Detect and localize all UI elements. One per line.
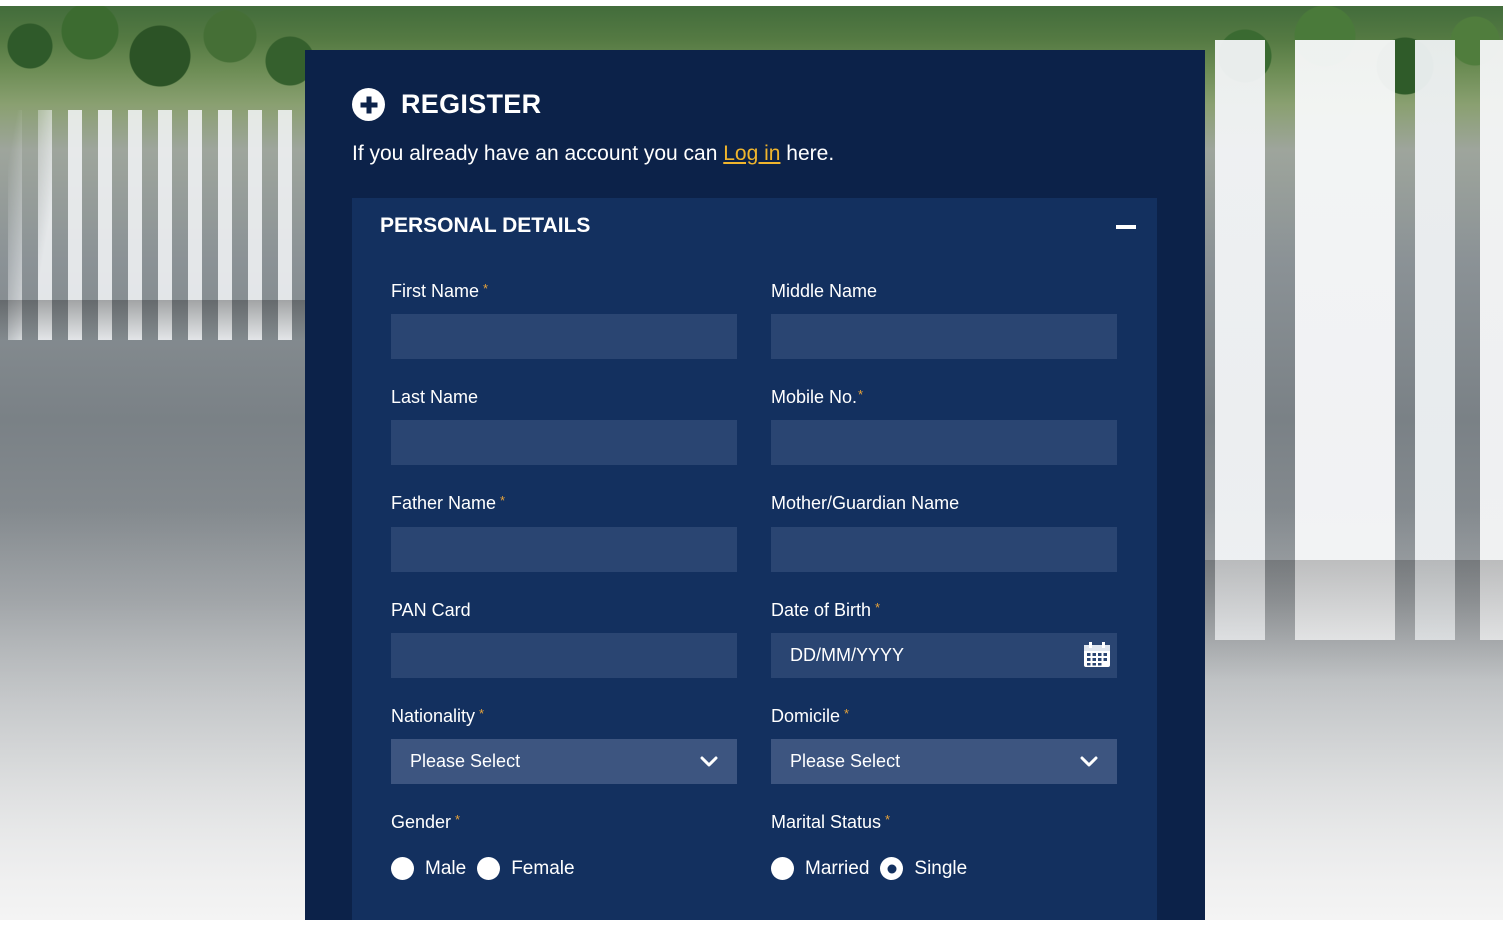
pan-card-label: PAN Card [391, 600, 471, 620]
nationality-label-text: Nationality [391, 706, 476, 726]
mobile-no-input[interactable] [771, 420, 1117, 465]
mobile-no-label-text: Mobile No. [771, 387, 858, 407]
gender-male-label: Male [425, 857, 467, 879]
marital-single-radio[interactable] [880, 857, 904, 880]
background-foliage-left [0, 6, 320, 126]
required-marker: * [875, 600, 881, 615]
login-prompt-prefix: If you already have an account you can [352, 142, 724, 165]
mobile-no-label: Mobile No.* [771, 387, 863, 408]
marital-single-label: Single [914, 857, 968, 879]
bottom-border [0, 920, 1503, 925]
marital-status-label-text: Marital Status [771, 812, 882, 832]
background-sailors-right [1205, 40, 1503, 640]
pan-card-input[interactable] [391, 633, 737, 678]
collapse-button[interactable] [1116, 219, 1136, 235]
calendar-icon[interactable] [1083, 642, 1111, 668]
date-of-birth-input[interactable] [771, 633, 1117, 678]
register-panel: REGISTER If you already have an account … [305, 50, 1205, 920]
last-name-input[interactable] [391, 420, 737, 465]
date-of-birth-label-text: Date of Birth [771, 600, 872, 620]
plus-circle-icon [352, 88, 385, 121]
required-marker: * [483, 281, 489, 296]
marital-status-radio-group: Married Single [771, 857, 978, 880]
nationality-label: Nationality * [391, 706, 484, 727]
gender-label-text: Gender [391, 812, 452, 832]
chevron-down-icon [1080, 756, 1098, 767]
nationality-selected-value: Please Select [410, 751, 521, 771]
gender-radio-group: Male Female [391, 857, 586, 880]
background-shadow-right [1205, 560, 1503, 680]
background-shadow-left [0, 300, 305, 340]
gender-male-radio[interactable] [391, 857, 414, 880]
first-name-label-text: First Name [391, 281, 480, 301]
required-marker: * [858, 387, 864, 402]
first-name-label: First Name * [391, 281, 488, 302]
last-name-label: Last Name [391, 387, 479, 407]
login-prompt-suffix: here. [780, 142, 835, 165]
mother-guardian-name-input[interactable] [771, 527, 1117, 572]
gender-label: Gender * [391, 812, 460, 833]
required-marker: * [500, 493, 506, 508]
chevron-down-icon [700, 756, 718, 767]
required-marker: * [885, 812, 891, 827]
marital-married-label: Married [805, 857, 870, 879]
login-prompt: If you already have an account you can L… [352, 142, 834, 166]
domicile-label: Domicile * [771, 706, 849, 727]
personal-details-section: PERSONAL DETAILS First Name * Middle Name… [352, 198, 1157, 920]
register-title: REGISTER [401, 89, 542, 119]
required-marker: * [479, 706, 485, 721]
father-name-label-text: Father Name [391, 493, 497, 513]
marital-married-radio[interactable] [771, 857, 794, 880]
first-name-input[interactable] [391, 314, 737, 359]
domicile-label-text: Domicile [771, 706, 841, 726]
login-link[interactable]: Log in [723, 142, 780, 165]
gender-female-label: Female [511, 857, 575, 879]
section-title: PERSONAL DETAILS [380, 214, 591, 237]
middle-name-label: Middle Name [771, 281, 878, 301]
father-name-input[interactable] [391, 527, 737, 572]
mother-guardian-name-label: Mother/Guardian Name [771, 493, 960, 513]
middle-name-input[interactable] [771, 314, 1117, 359]
date-of-birth-label: Date of Birth * [771, 600, 880, 621]
gender-female-radio[interactable] [477, 857, 501, 880]
domicile-selected-value: Please Select [790, 751, 901, 771]
required-marker: * [844, 706, 850, 721]
minus-icon [1116, 225, 1136, 229]
domicile-select[interactable]: Please Select [771, 739, 1117, 784]
register-header: REGISTER [352, 88, 541, 121]
nationality-select[interactable]: Please Select [391, 739, 737, 784]
father-name-label: Father Name * [391, 493, 505, 514]
marital-status-label: Marital Status * [771, 812, 890, 833]
required-marker: * [455, 812, 461, 827]
